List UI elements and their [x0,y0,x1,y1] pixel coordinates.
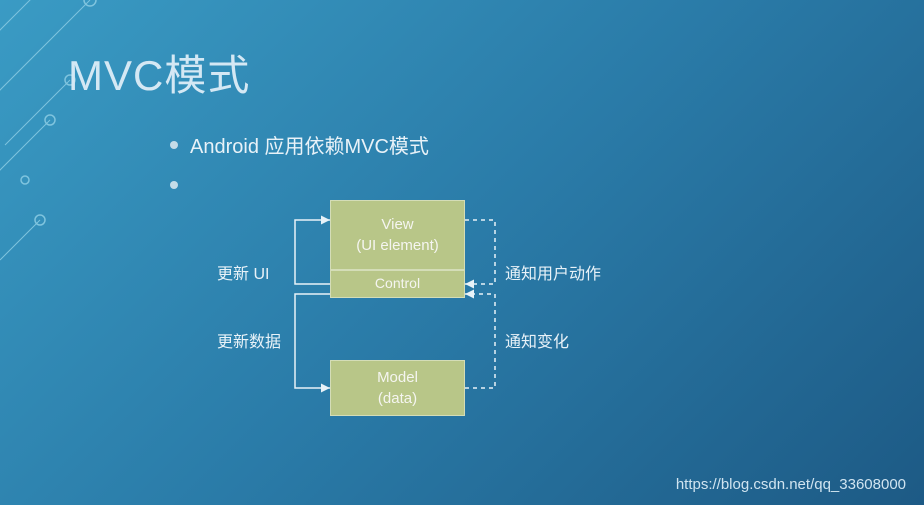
label-notify-change: 通知变化 [505,328,569,352]
bullet-item [170,181,429,189]
bullet-dot-icon [170,141,178,149]
bullet-dot-icon [170,181,178,189]
bullet-list: Android 应用依赖MVC模式 [170,130,429,211]
slide-title: MVC模式 [68,42,250,103]
label-notify-action: 通知用户动作 [505,260,601,284]
view-box-subtitle: (UI element) [356,235,439,256]
mvc-diagram: View (UI element) Control Model (data) 更… [195,200,755,450]
label-update-ui: 更新 UI [217,260,269,284]
bullet-item: Android 应用依赖MVC模式 [170,130,429,159]
view-box-title: View [381,214,413,235]
model-box-subtitle: (data) [378,388,417,409]
model-box: Model (data) [330,360,465,416]
control-box: Control [330,270,465,298]
control-box-label: Control [375,274,420,294]
label-update-data: 更新数据 [217,328,281,352]
diagram-arrows [195,200,755,450]
model-box-title: Model [377,367,418,388]
view-box: View (UI element) [330,200,465,270]
bullet-text: Android 应用依赖MVC模式 [190,130,429,159]
watermark-url: https://blog.csdn.net/qq_33608000 [676,476,906,493]
